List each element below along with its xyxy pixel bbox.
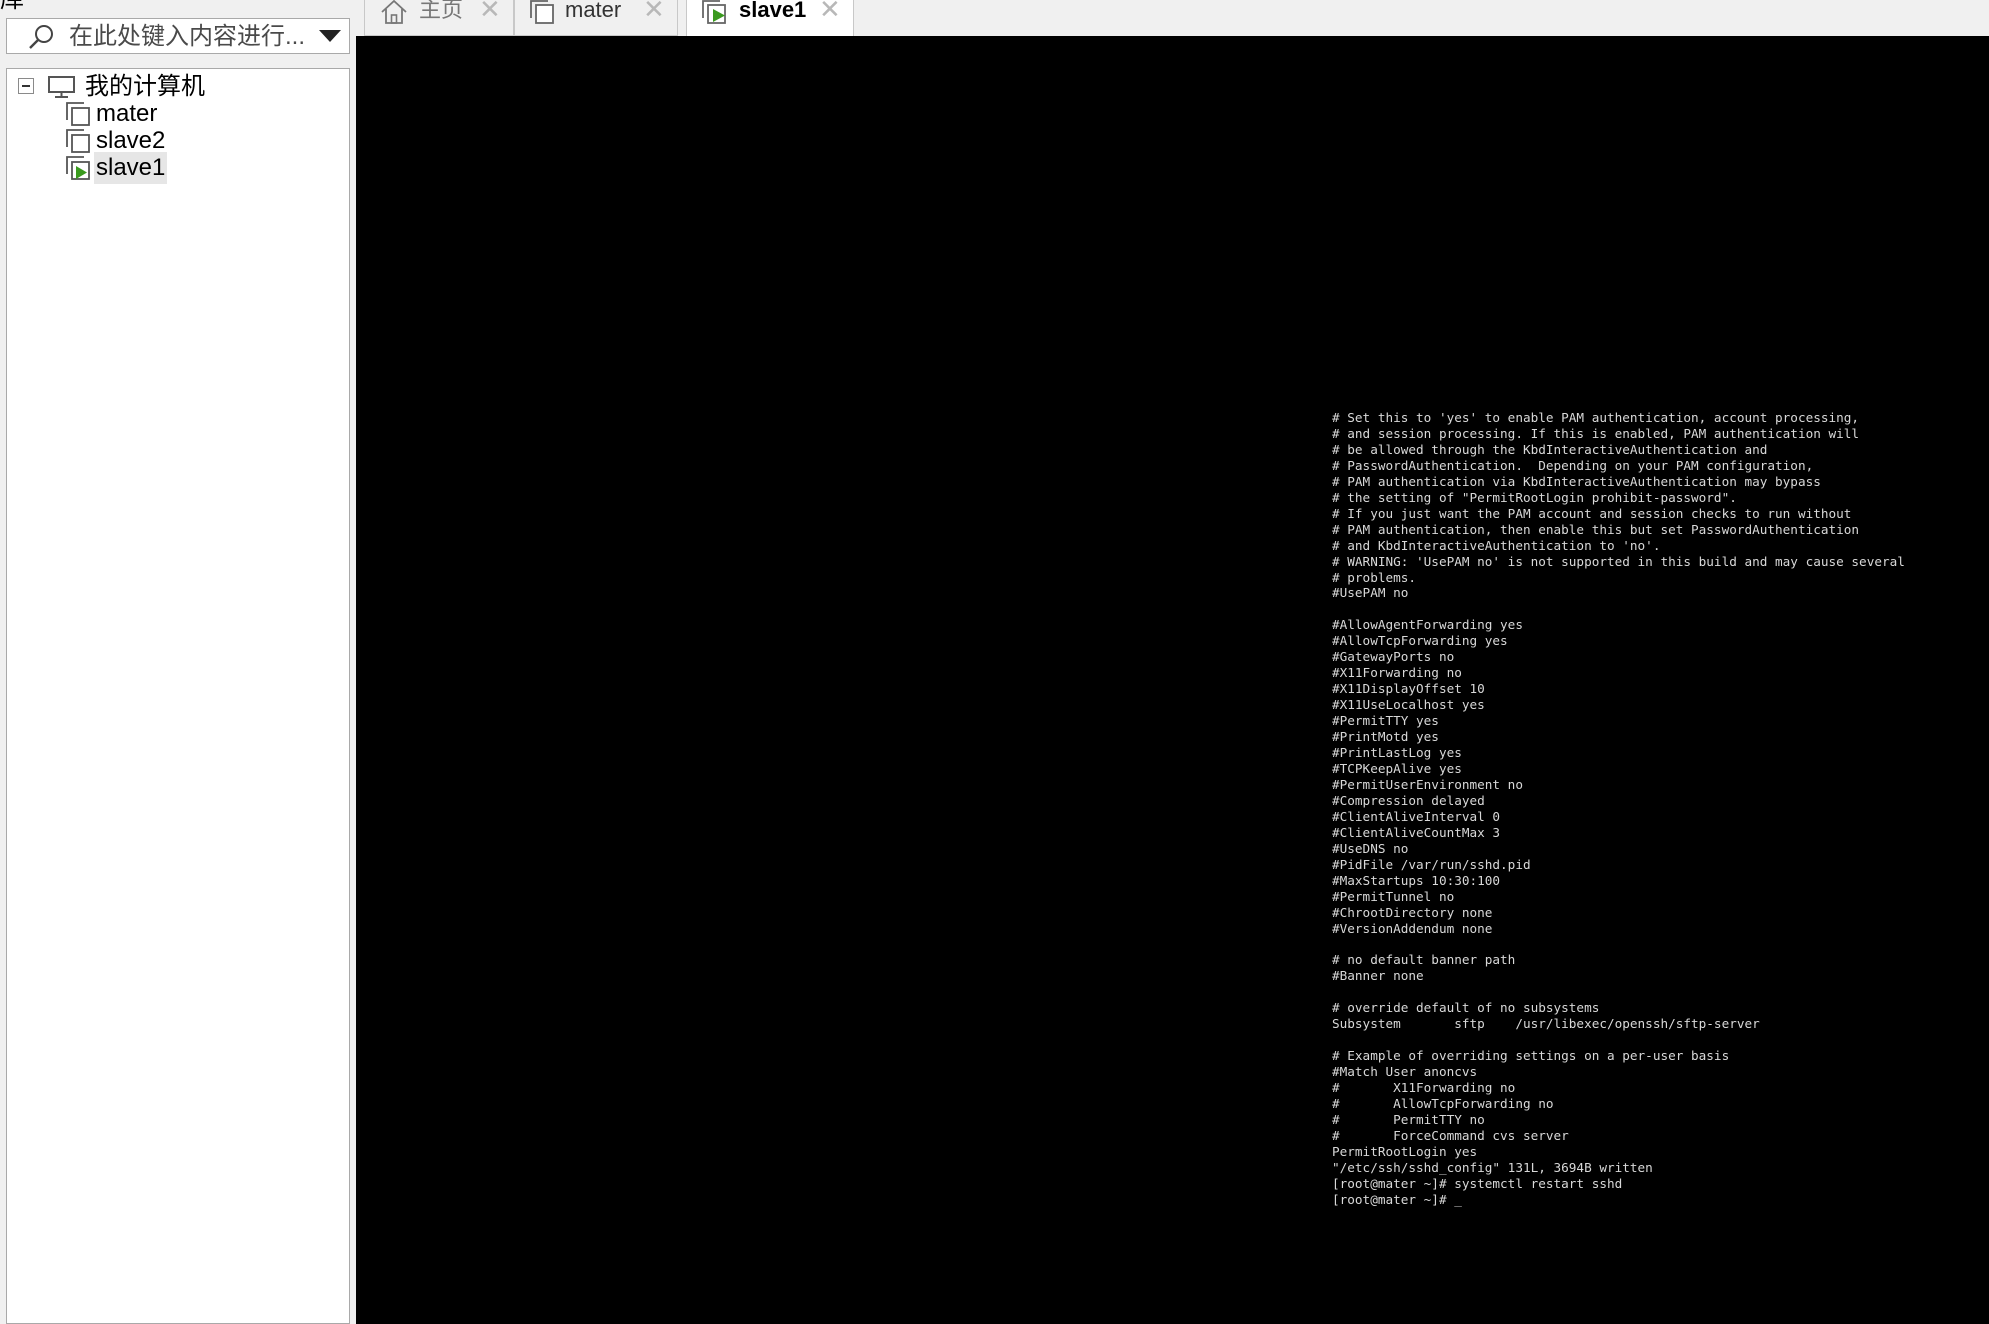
terminal-line: # and session processing. If this is ena… xyxy=(1332,425,1860,441)
terminal-line: # PermitTTY no xyxy=(1332,1111,1485,1127)
terminal-line: #VersionAddendum none xyxy=(1332,920,1493,936)
tab-label: slave1 xyxy=(739,0,807,22)
terminal-line: #AllowTcpForwarding yes xyxy=(1332,633,1508,649)
terminal-line: #PrintLastLog yes xyxy=(1332,745,1462,761)
terminal-line: #ClientAliveCountMax 3 xyxy=(1332,824,1501,840)
tree-item-slave1[interactable]: slave1 xyxy=(65,152,168,184)
library-header: 库 xyxy=(0,0,24,12)
terminal-line: #PidFile /var/run/sshd.pid xyxy=(1332,856,1531,872)
tab-mater[interactable]: mater ✕ xyxy=(514,0,678,36)
terminal-line: #PermitUserEnvironment no xyxy=(1332,776,1523,792)
search-input[interactable]: 在此处键入内容进行... xyxy=(69,22,305,52)
terminal-line: #X11UseLocalhost yes xyxy=(1332,697,1485,713)
tree-item-label: slave1 xyxy=(94,152,168,184)
terminal-output: # Set this to 'yes' to enable PAM authen… xyxy=(1332,410,1905,1208)
vm-console[interactable]: # Set this to 'yes' to enable PAM authen… xyxy=(356,36,1989,1324)
terminal-line: #AllowAgentForwarding yes xyxy=(1332,617,1523,633)
terminal-line: #PermitTunnel no xyxy=(1332,888,1455,904)
tab-home[interactable]: 主页 ✕ xyxy=(364,0,514,36)
tab-label: mater xyxy=(565,0,622,22)
terminal-line: #UseDNS no xyxy=(1332,840,1409,856)
terminal-line: #ClientAliveInterval 0 xyxy=(1332,808,1501,824)
chevron-down-icon[interactable] xyxy=(319,30,341,42)
terminal-line: # X11Forwarding no xyxy=(1332,1080,1516,1096)
terminal-line: # PAM authentication, then enable this b… xyxy=(1332,521,1860,537)
terminal-line: # be allowed through the KbdInteractiveA… xyxy=(1332,441,1768,457)
tab-label: 主页 xyxy=(419,0,464,22)
vm-icon xyxy=(66,129,90,153)
terminal-line: #Compression delayed xyxy=(1332,792,1485,808)
terminal-line: # no default banner path xyxy=(1332,952,1516,968)
vm-icon xyxy=(530,0,554,24)
vm-icon xyxy=(66,102,90,126)
vm-running-icon xyxy=(66,156,90,180)
terminal-line: # ForceCommand cvs server xyxy=(1332,1127,1569,1143)
terminal-line: # PasswordAuthentication. Depending on y… xyxy=(1332,457,1814,473)
terminal-line: #X11Forwarding no xyxy=(1332,665,1462,681)
computer-icon xyxy=(48,76,75,98)
tab-bar: 主页 ✕ mater ✕ slave1 ✕ xyxy=(356,0,1989,36)
tab-slave1[interactable]: slave1 ✕ xyxy=(686,0,854,36)
terminal-line: #GatewayPorts no xyxy=(1332,649,1455,665)
close-icon[interactable]: ✕ xyxy=(819,0,841,22)
close-icon[interactable]: ✕ xyxy=(479,0,501,22)
collapse-toggle[interactable] xyxy=(18,78,34,94)
terminal-line: # WARNING: 'UsePAM no' is not supported … xyxy=(1332,553,1905,569)
terminal-line: # Example of overriding settings on a pe… xyxy=(1332,1048,1730,1064)
terminal-line: #X11DisplayOffset 10 xyxy=(1332,681,1485,697)
library-search-box[interactable]: 在此处键入内容进行... xyxy=(6,18,350,54)
terminal-line: # the setting of "PermitRootLogin prohib… xyxy=(1332,489,1737,505)
vm-running-icon xyxy=(702,0,726,24)
library-panel: 库 在此处键入内容进行... 我的计算机 mater xyxy=(0,0,356,1324)
terminal-line: #TCPKeepAlive yes xyxy=(1332,760,1462,776)
terminal-line: Subsystem sftp /usr/libexec/openssh/sftp… xyxy=(1332,1016,1760,1032)
terminal-line: "/etc/ssh/sshd_config" 131L, 3694B writt… xyxy=(1332,1159,1653,1175)
terminal-line: PermitRootLogin yes xyxy=(1332,1143,1478,1159)
terminal-line: [root@mater ~]# systemctl restart sshd xyxy=(1332,1175,1623,1191)
terminal-line: #PrintMotd yes xyxy=(1332,729,1439,745)
terminal-line: # problems. xyxy=(1332,569,1417,585)
terminal-line: #MaxStartups 10:30:100 xyxy=(1332,872,1501,888)
terminal-line: # and KbdInteractiveAuthentication to 'n… xyxy=(1332,537,1661,553)
home-icon xyxy=(381,0,407,24)
search-icon xyxy=(29,25,53,49)
terminal-line: # AllowTcpForwarding no xyxy=(1332,1095,1554,1111)
terminal-line: #UsePAM no xyxy=(1332,585,1409,601)
terminal-line: #ChrootDirectory none xyxy=(1332,904,1493,920)
terminal-line: # If you just want the PAM account and s… xyxy=(1332,505,1852,521)
terminal-line: # Set this to 'yes' to enable PAM authen… xyxy=(1332,410,1860,425)
terminal-line: #PermitTTY yes xyxy=(1332,713,1439,729)
terminal-line: # override default of no subsystems xyxy=(1332,1000,1600,1016)
close-icon[interactable]: ✕ xyxy=(643,0,665,22)
vm-tree: 我的计算机 mater slave2 slave1 xyxy=(6,68,350,1324)
terminal-line: #Banner none xyxy=(1332,968,1424,984)
terminal-line: #Match User anoncvs xyxy=(1332,1064,1478,1080)
terminal-line: # PAM authentication via KbdInteractiveA… xyxy=(1332,473,1821,489)
terminal-line: [root@mater ~]# _ xyxy=(1332,1191,1462,1207)
